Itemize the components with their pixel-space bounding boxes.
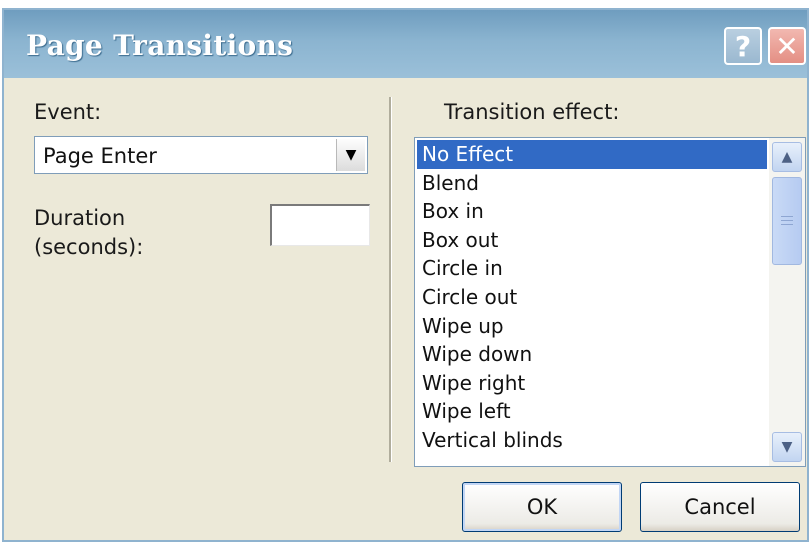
vertical-divider bbox=[389, 97, 391, 462]
chevron-down-icon: ▼ bbox=[345, 147, 357, 163]
list-item-box-in[interactable]: Box in bbox=[417, 197, 767, 226]
duration-input[interactable] bbox=[270, 204, 370, 246]
ok-button[interactable]: OK bbox=[462, 482, 622, 532]
list-item-wipe-left[interactable]: Wipe left bbox=[417, 397, 767, 426]
list-item-circle-out[interactable]: Circle out bbox=[417, 283, 767, 312]
duration-label-line1: Duration bbox=[34, 206, 126, 230]
grip-line bbox=[781, 216, 793, 217]
title-bar[interactable]: Page Transitions ? ✕ bbox=[4, 10, 807, 78]
chevron-down-icon: ▼ bbox=[781, 439, 793, 455]
event-dropdown[interactable]: Page Enter ▼ bbox=[34, 136, 368, 174]
cancel-button[interactable]: Cancel bbox=[640, 482, 800, 532]
list-item-no-effect[interactable]: No Effect bbox=[417, 140, 767, 169]
list-scrollbar[interactable]: ▲ ▼ bbox=[769, 138, 805, 466]
question-icon: ? bbox=[734, 29, 752, 63]
close-icon: ✕ bbox=[775, 29, 799, 63]
event-label: Event: bbox=[34, 100, 102, 124]
transition-items: No Effect Blend Box in Box out Circle in… bbox=[417, 140, 767, 455]
list-item-circle-in[interactable]: Circle in bbox=[417, 254, 767, 283]
duration-label-line2: (seconds): bbox=[34, 235, 144, 259]
dialog-title: Page Transitions bbox=[26, 29, 294, 62]
grip-line bbox=[781, 224, 793, 225]
transition-effect-list[interactable]: No Effect Blend Box in Box out Circle in… bbox=[414, 137, 806, 467]
help-button[interactable]: ? bbox=[724, 27, 762, 65]
event-selected-value: Page Enter bbox=[43, 144, 157, 168]
scroll-down-button[interactable]: ▼ bbox=[772, 432, 802, 462]
list-item-blend[interactable]: Blend bbox=[417, 169, 767, 198]
list-item-wipe-right[interactable]: Wipe right bbox=[417, 369, 767, 398]
transition-effect-label: Transition effect: bbox=[444, 100, 620, 124]
list-item-wipe-up[interactable]: Wipe up bbox=[417, 312, 767, 341]
close-button[interactable]: ✕ bbox=[768, 27, 806, 65]
list-item-box-out[interactable]: Box out bbox=[417, 226, 767, 255]
list-item-wipe-down[interactable]: Wipe down bbox=[417, 340, 767, 369]
dropdown-arrow-button[interactable]: ▼ bbox=[336, 139, 365, 171]
list-item-vertical-blinds[interactable]: Vertical blinds bbox=[417, 426, 767, 455]
scroll-up-button[interactable]: ▲ bbox=[772, 142, 802, 172]
scroll-thumb[interactable] bbox=[772, 177, 802, 265]
page-transitions-dialog: Page Transitions ? ✕ Event: Page Enter ▼… bbox=[2, 8, 809, 542]
grip-line bbox=[781, 220, 793, 221]
chevron-up-icon: ▲ bbox=[781, 149, 793, 165]
